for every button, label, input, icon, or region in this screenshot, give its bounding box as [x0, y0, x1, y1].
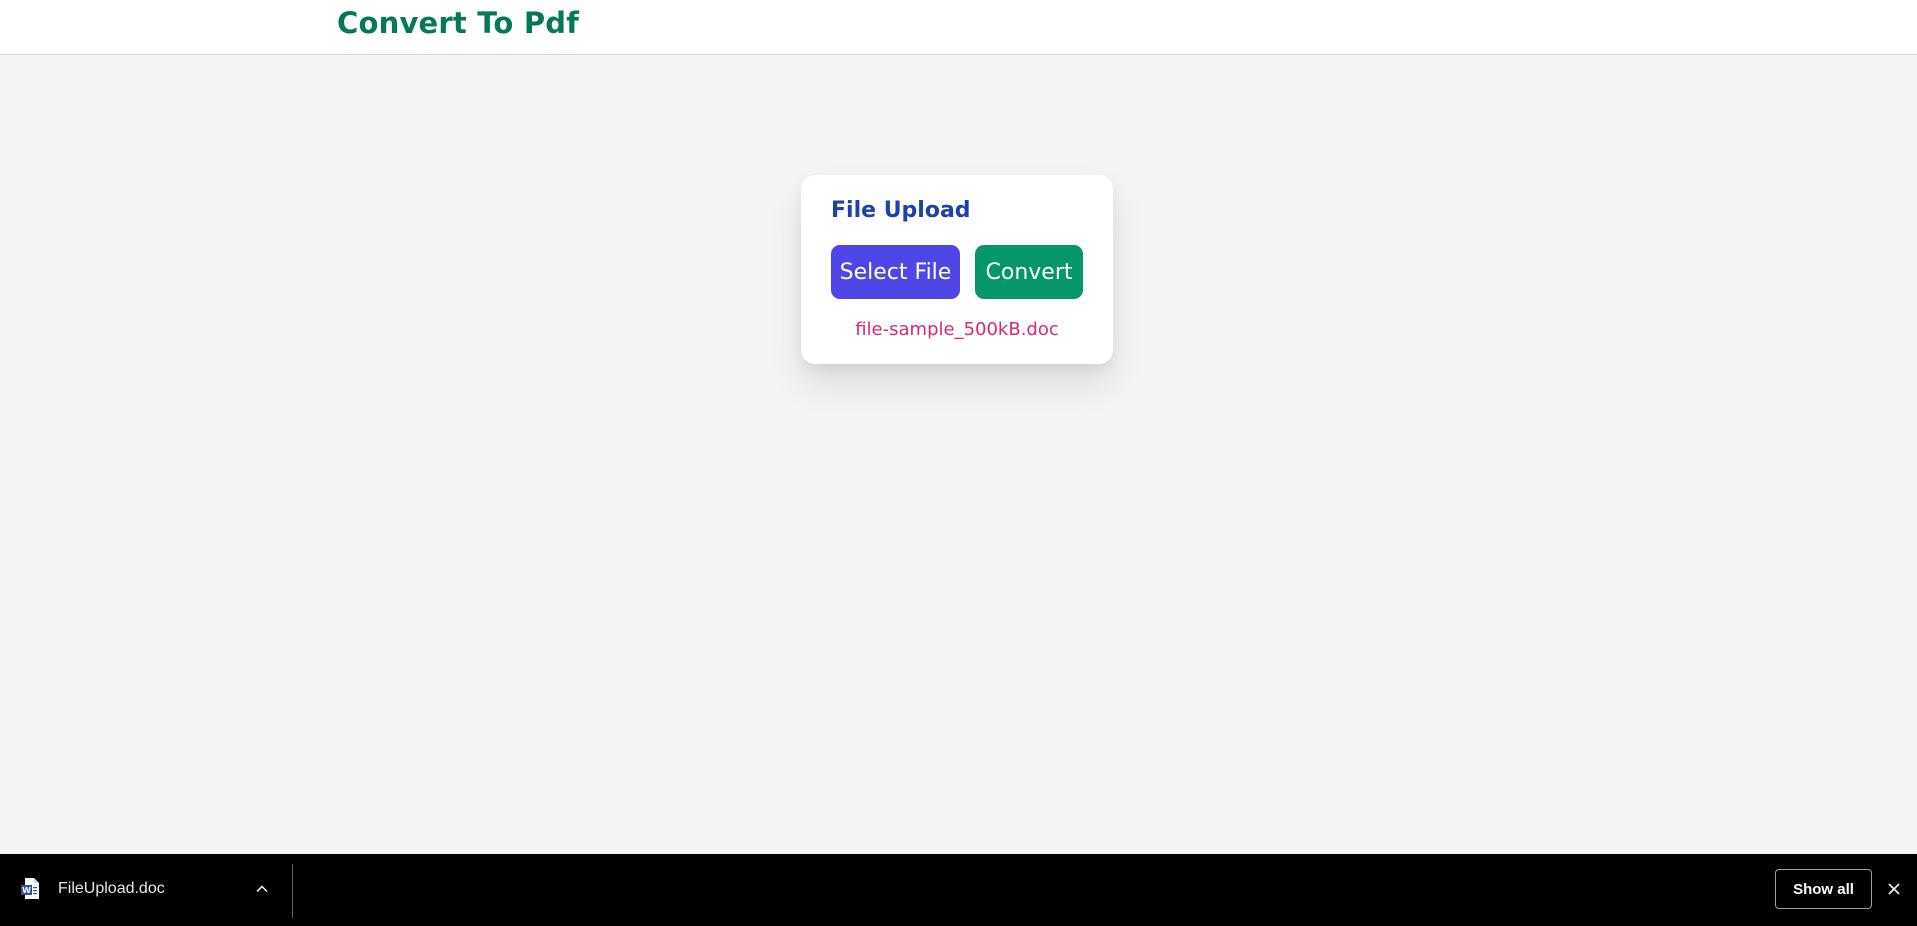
card-title: File Upload	[831, 198, 971, 223]
app-header: Convert To Pdf	[0, 0, 1917, 55]
select-file-button[interactable]: Select File	[831, 245, 960, 299]
download-file-name: FileUpload.doc	[58, 880, 165, 897]
download-item[interactable]: W FileUpload.doc	[0, 854, 292, 926]
close-icon[interactable]	[1885, 880, 1903, 898]
show-all-button[interactable]: Show all	[1775, 869, 1872, 909]
selected-file-name: file-sample_500kB.doc	[855, 319, 1059, 340]
chevron-up-icon[interactable]	[254, 881, 270, 897]
svg-text:W: W	[22, 886, 31, 895]
download-divider	[292, 864, 293, 918]
word-document-icon: W	[21, 878, 39, 899]
download-bar: W FileUpload.doc Show all	[0, 854, 1917, 926]
convert-button[interactable]: Convert	[975, 245, 1083, 299]
app-title: Convert To Pdf	[337, 6, 580, 40]
